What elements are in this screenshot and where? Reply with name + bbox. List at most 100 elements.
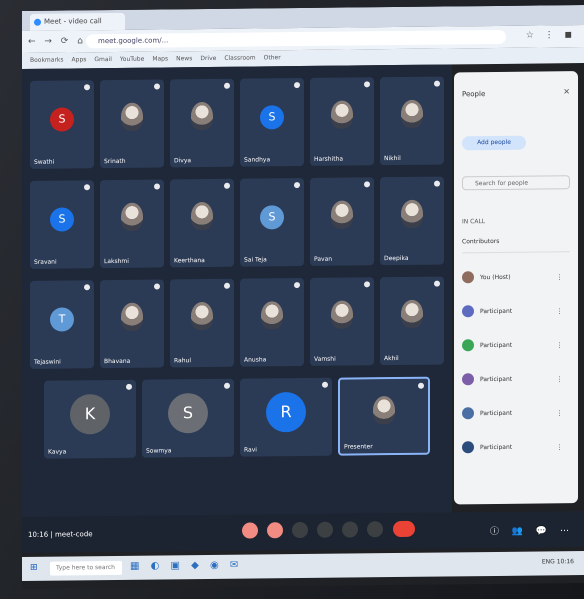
side-panel-icons[interactable]: ⓘ 👥 💬 ⋯ [490,523,574,537]
extension-icons[interactable]: ☆ ⋮ ◼ [526,30,576,41]
photo-frame: Meet - video call ← → ⟳ ⌂ meet.google.co… [0,0,584,599]
bookmark-item[interactable]: Other [264,54,281,61]
close-icon[interactable]: ✕ [563,87,570,96]
avatar [462,407,474,420]
start-icon[interactable]: ⊞ [30,563,38,573]
captions-button[interactable] [292,521,309,539]
row-options-icon[interactable]: ⋮ [556,273,566,281]
participant-tile[interactable]: Anusha [240,277,304,367]
participant-row-name: Participant [480,375,513,384]
end-call-button[interactable] [392,520,415,538]
participant-tile[interactable]: Harshitha [310,77,374,166]
participant-photo [191,101,213,131]
avatar: S [168,393,208,434]
browser-tab[interactable]: Meet - video call [30,12,125,31]
row-options-icon[interactable]: ⋮ [556,443,566,451]
participant-name: Presenter [344,443,373,451]
participant-photo [261,301,283,330]
participant-row[interactable]: Participant ⋮ [462,437,570,458]
mic-off-icon [224,82,230,89]
row-options-icon[interactable]: ⋮ [556,375,566,383]
participant-tile[interactable]: S Swathi [30,80,94,169]
participant-row[interactable]: You (Host) ⋮ [462,267,570,288]
participant-tile[interactable]: Srinath [100,79,164,169]
participant-tile[interactable]: Akhil [380,276,444,366]
participant-tile[interactable]: Keerthana [170,178,234,268]
participant-tile[interactable]: S Sravani [30,180,94,269]
participant-name: Srinath [104,157,126,166]
mic-off-icon [364,181,370,188]
avatar: S [50,107,74,132]
bookmark-item[interactable]: Bookmarks [30,57,64,64]
participant-photo [401,299,423,328]
mic-off-icon [154,83,160,90]
participant-tile[interactable]: K Kavya [44,379,136,459]
mic-button[interactable] [242,522,258,539]
participant-photo [331,300,353,329]
bookmark-item[interactable]: Drive [200,55,216,62]
bookmark-item[interactable]: Gmail [94,56,112,63]
camera-button[interactable] [267,522,284,539]
participant-row[interactable]: Participant ⋮ [462,335,570,356]
mic-off-icon [418,382,424,389]
avatar: R [266,392,306,433]
participant-tile[interactable]: Bhavana [100,279,164,369]
participant-tile[interactable]: Rahul [170,278,234,368]
row-options-icon[interactable]: ⋮ [556,307,566,315]
participant-name: Sandhya [244,156,271,164]
participant-name: Sowmya [146,447,172,455]
taskbar-search-input[interactable]: Type here to search [50,560,122,576]
participant-name: Vamshi [314,355,336,363]
bookmark-item[interactable]: YouTube [120,56,144,63]
mic-off-icon [434,280,440,287]
participant-name: Divya [174,157,192,165]
participant-tile[interactable]: Pavan [310,177,374,266]
mic-off-icon [84,84,90,91]
participant-photo [121,102,143,131]
participant-tile[interactable]: T Tejaswini [30,280,94,369]
participant-row-name: Participant [480,307,513,316]
row-options-icon[interactable]: ⋮ [556,341,566,349]
present-button[interactable] [342,521,359,538]
participant-name: Akhil [384,354,399,363]
participant-tile[interactable]: Presenter [338,376,430,456]
participant-row[interactable]: Participant ⋮ [462,301,570,322]
nav-icons[interactable]: ← → ⟳ ⌂ [28,36,86,47]
participant-row[interactable]: Participant ⋮ [462,403,570,424]
meeting-controls-bar: 10:16 | meet-code ⓘ 👥 💬 ⋯ [22,511,584,553]
in-call-section: IN CALL [462,218,486,226]
bookmark-item[interactable]: News [176,55,192,62]
participant-tile[interactable]: R Ravi [240,377,332,457]
participant-tile[interactable]: S Sowmya [142,378,234,458]
mic-off-icon [224,182,230,189]
participant-tile[interactable]: Nikhil [380,76,444,166]
mic-off-icon [84,184,90,191]
more-options-button[interactable] [367,521,384,538]
participant-tile[interactable]: S Sai Teja [240,177,304,267]
people-panel: People ✕ Add people Search for people IN… [454,71,578,505]
participant-tile[interactable]: Divya [170,78,234,168]
taskbar-app-icons[interactable]: ▦ ◐ ▣ ◆ ◉ ✉ [130,560,242,572]
participant-tile[interactable]: S Sandhya [240,77,304,167]
raise-hand-button[interactable] [317,521,334,538]
meet-icon [34,18,41,26]
participant-name: Harshitha [314,155,344,163]
mic-off-icon [294,182,300,189]
contributors-group[interactable]: Contributors [462,237,570,254]
participant-photo [191,301,213,331]
participant-tile[interactable]: Lakshmi [100,179,164,269]
bookmark-item[interactable]: Apps [72,56,87,63]
bookmark-item[interactable]: Maps [152,55,168,62]
avatar [462,339,474,352]
participant-row[interactable]: Participant ⋮ [462,369,570,390]
participant-photo [401,99,423,128]
people-search-input[interactable]: Search for people [462,175,570,191]
row-options-icon[interactable]: ⋮ [556,409,566,417]
url-field[interactable]: meet.google.com/... [86,29,506,49]
participant-tile[interactable]: Vamshi [310,277,374,366]
bookmark-item[interactable]: Classroom [224,54,255,61]
add-people-button[interactable]: Add people [462,135,526,151]
participant-tile[interactable]: Deepika [380,176,444,266]
tab-label: Meet - video call [44,17,102,26]
participant-name: Nikhil [384,154,401,163]
